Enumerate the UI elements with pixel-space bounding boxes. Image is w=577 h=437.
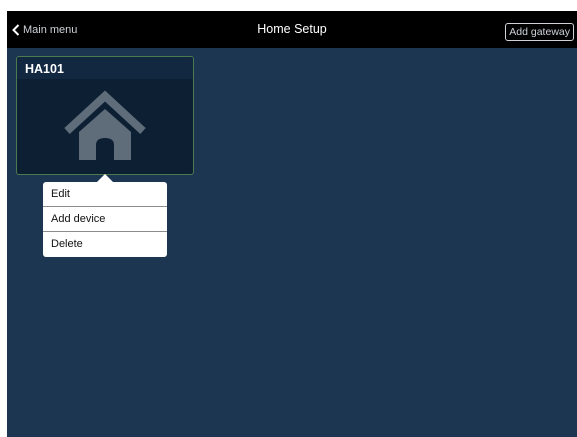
menu-item-delete[interactable]: Delete (43, 232, 167, 257)
back-button[interactable]: Main menu (12, 21, 77, 38)
back-button-label: Main menu (23, 23, 78, 36)
menu-item-add-device[interactable]: Add device (43, 207, 167, 232)
popover-arrow (97, 174, 113, 182)
add-gateway-button[interactable]: Add gateway (505, 23, 574, 41)
gateway-context-menu: Edit Add device Delete (43, 182, 167, 257)
menu-item-edit[interactable]: Edit (43, 182, 167, 207)
card-header: HA101 (17, 57, 193, 79)
page-title: Home Setup (257, 22, 327, 36)
home-setup-screen: Home Setup Main menu Add gateway HA101 E… (7, 11, 577, 437)
house-icon (64, 90, 146, 160)
gateway-name: HA101 (25, 62, 64, 76)
chevron-left-icon (12, 23, 20, 36)
gateway-card[interactable]: HA101 (16, 56, 194, 175)
navigation-bar: Home Setup Main menu Add gateway (7, 11, 577, 48)
